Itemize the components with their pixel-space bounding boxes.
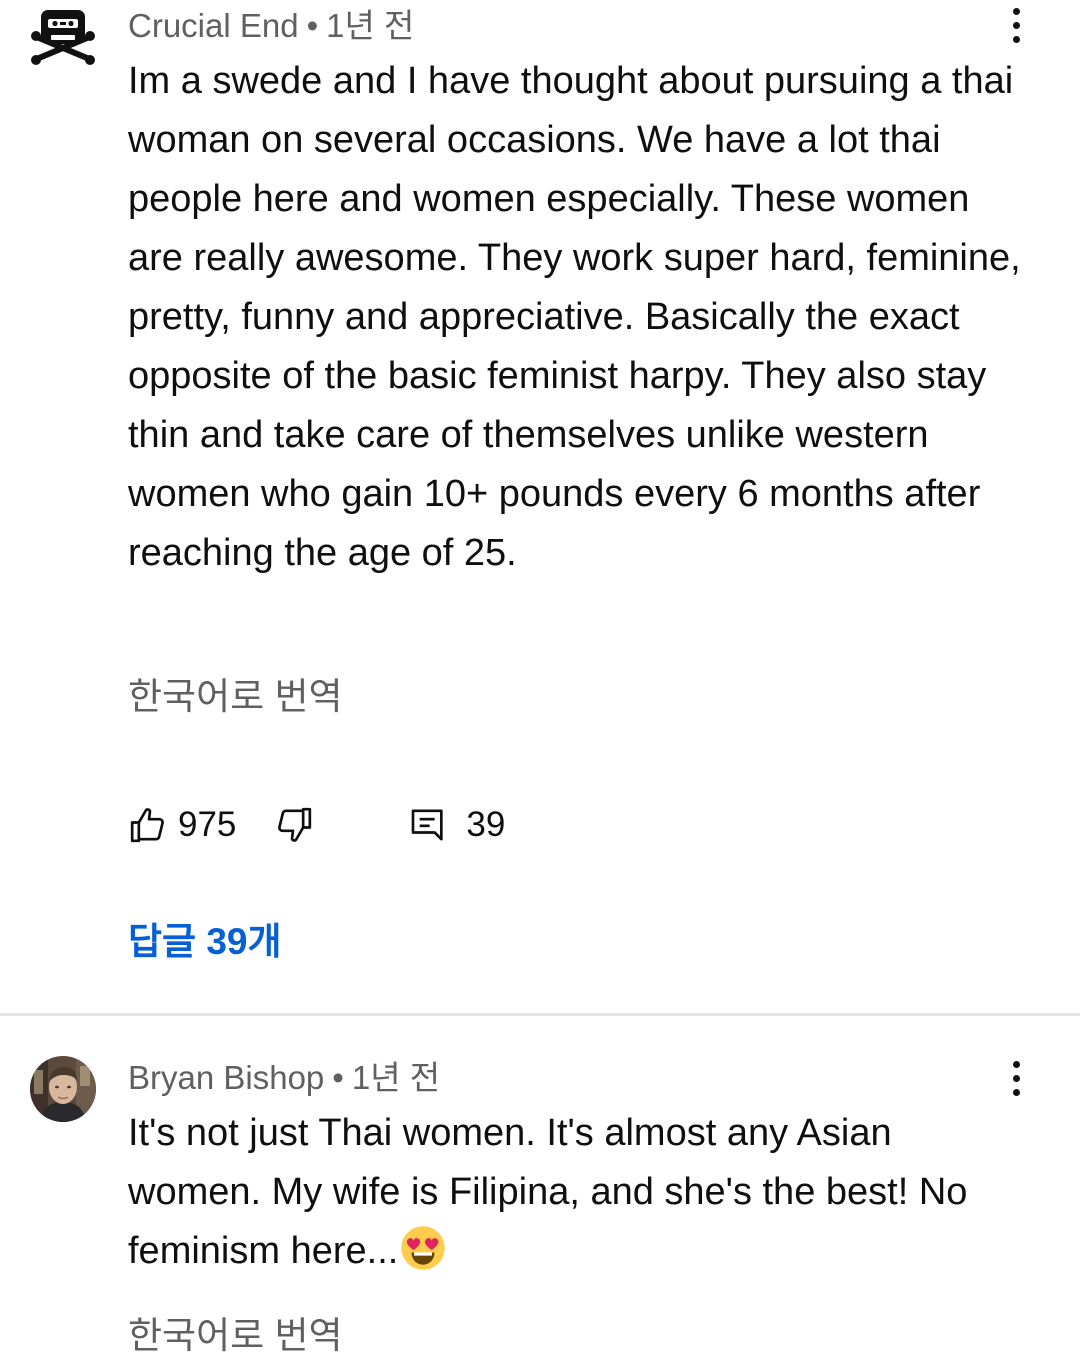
like-button[interactable] bbox=[128, 805, 168, 845]
avatar[interactable] bbox=[30, 1056, 96, 1122]
comment-time: 1년 전 bbox=[351, 1059, 441, 1096]
comment-text: It's not just Thai women. It's almost an… bbox=[128, 1104, 1028, 1281]
comment-text: Im a swede and I have thought about purs… bbox=[128, 60, 1021, 574]
view-replies-button[interactable]: 답글 39개 bbox=[128, 920, 282, 964]
kebab-dot bbox=[1012, 7, 1020, 15]
dislike-button[interactable] bbox=[274, 805, 314, 845]
more-options-button[interactable] bbox=[996, 1053, 1036, 1103]
kebab-dot bbox=[1012, 1060, 1020, 1068]
comment-actions: 975 39 bbox=[128, 800, 505, 850]
comments-page: Crucial End • 1년 전 Im a swede and I have t… bbox=[0, 0, 1080, 1366]
comment-icon bbox=[412, 809, 444, 841]
avatar[interactable] bbox=[30, 6, 96, 72]
thumbs-up-icon bbox=[130, 808, 164, 843]
translate-button[interactable]: 한국어로 번역 bbox=[128, 675, 343, 719]
kebab-dot bbox=[1012, 35, 1020, 43]
kebab-dot bbox=[1012, 1088, 1020, 1096]
kebab-dot bbox=[1012, 1074, 1020, 1082]
translate-button[interactable]: 한국어로 번역 bbox=[128, 1314, 343, 1358]
comment-thread: Crucial End • 1년 전 Im a swede and I have t… bbox=[0, 0, 1080, 1010]
comment-text-content: It's not just Thai women. It's almost an… bbox=[128, 1112, 968, 1272]
heart-eyes-emoji bbox=[401, 1226, 446, 1270]
more-options-button[interactable] bbox=[996, 0, 1036, 50]
like-count: 975 bbox=[178, 805, 237, 844]
pirate-cassette-icon bbox=[31, 10, 95, 65]
user-photo-avatar bbox=[30, 1056, 96, 1122]
reply-count: 39 bbox=[466, 805, 506, 844]
author-name[interactable]: Crucial End bbox=[128, 7, 299, 44]
comment-meta: Crucial End • 1년 전 bbox=[128, 6, 414, 46]
kebab-dot bbox=[1012, 21, 1020, 29]
author-name[interactable]: Bryan Bishop bbox=[128, 1059, 324, 1096]
reply-button[interactable] bbox=[408, 805, 448, 845]
comment-thread: Bryan Bishop • 1년 전 It's not just Thai wom… bbox=[0, 1016, 1080, 1366]
meta-separator: • bbox=[306, 7, 319, 44]
comment-time: 1년 전 bbox=[326, 7, 415, 44]
meta-separator: • bbox=[332, 1059, 344, 1096]
comment-meta: Bryan Bishop • 1년 전 bbox=[128, 1058, 440, 1098]
thumbs-down-icon bbox=[278, 807, 312, 842]
